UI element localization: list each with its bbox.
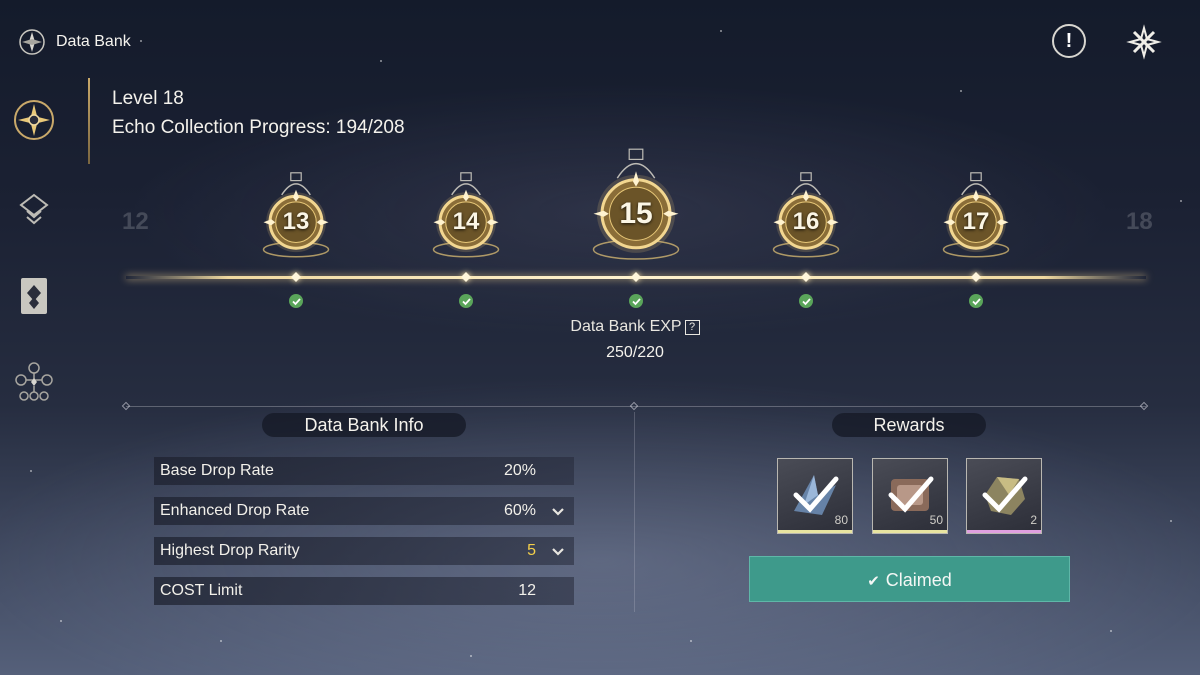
info-row-label: Highest Drop Rarity	[160, 542, 300, 559]
exp-label: Data Bank EXP	[570, 318, 682, 335]
check-icon	[793, 476, 839, 513]
check-icon	[799, 294, 813, 308]
column-divider	[634, 412, 635, 612]
divider-ornament	[1139, 401, 1149, 411]
rarity-bar	[778, 530, 852, 533]
info-row-label: Base Drop Rate	[160, 462, 274, 479]
milestone-level-number: 14	[452, 208, 480, 235]
reward-quantity: 50	[929, 513, 943, 527]
data-bank-emblem-icon	[19, 29, 45, 55]
level-label: Level 18	[112, 88, 184, 109]
milestone-track: 12 18 13 14 15 16 17	[122, 130, 1153, 320]
alert-button[interactable]: !	[1052, 24, 1086, 58]
milestone-level-number: 15	[619, 197, 653, 230]
milestone-level-number: 17	[962, 208, 990, 235]
claimed-button[interactable]: ✔ Claimed	[749, 556, 1070, 602]
sidebar-item-data-bank[interactable]	[12, 98, 56, 142]
help-icon[interactable]: ?	[684, 320, 700, 335]
check-icon: ✔	[867, 573, 880, 590]
header: Data Bank	[18, 28, 131, 56]
check-icon	[982, 476, 1028, 513]
milestone-level-number: 16	[792, 208, 820, 235]
track-sparkle	[801, 272, 811, 282]
claimed-label: Claimed	[885, 570, 952, 590]
info-row-value: 60%	[503, 502, 536, 519]
skill-tree-icon	[15, 362, 53, 401]
echo-catalog-icon	[14, 100, 54, 140]
check-icon	[629, 294, 643, 308]
rarity-bar	[873, 530, 947, 533]
ghost-milestone-right: 18	[1126, 208, 1153, 235]
chevron-down-icon[interactable]	[550, 543, 566, 559]
info-row-enhanced-drop-rate: Enhanced Drop Rate 60%	[154, 497, 574, 525]
info-row-label: Enhanced Drop Rate	[160, 502, 310, 519]
track-sparkle	[461, 272, 471, 282]
check-icon	[969, 294, 983, 308]
data-bank-exp: Data Bank EXP?	[0, 318, 1200, 336]
active-section-bar	[88, 78, 90, 164]
rarity-bar	[967, 530, 1041, 533]
info-row-label: COST Limit	[160, 582, 243, 599]
check-icon	[888, 476, 934, 513]
track-sparkle	[971, 272, 981, 282]
info-row-value: 5	[527, 542, 536, 559]
alert-icon: !	[1065, 29, 1073, 52]
sonata-list-icon	[19, 193, 49, 225]
sidebar-item-skill-tree[interactable]	[12, 360, 56, 404]
reward-item[interactable]: 80	[777, 458, 853, 534]
exp-value: 250/220	[606, 344, 664, 361]
echo-card-icon	[21, 278, 47, 314]
divider-ornament	[121, 401, 131, 411]
reward-quantity: 2	[1030, 513, 1037, 527]
info-row-value: 20%	[503, 462, 536, 479]
reward-item[interactable]: 50	[872, 458, 948, 534]
check-icon	[289, 294, 303, 308]
info-row-value: 12	[518, 582, 536, 599]
chevron-down-icon[interactable]	[550, 503, 566, 519]
close-icon[interactable]	[1126, 24, 1162, 60]
info-title: Data Bank Info	[262, 413, 466, 437]
sidebar-item-echo-cards[interactable]	[12, 274, 56, 318]
sidebar-item-sonata[interactable]	[12, 188, 56, 232]
page-title: Data Bank	[56, 33, 131, 50]
milestone-level-number: 13	[282, 208, 310, 235]
reward-item[interactable]: 2	[966, 458, 1042, 534]
track-sparkle	[291, 272, 301, 282]
info-row-base-drop-rate: Base Drop Rate 20%	[154, 457, 574, 485]
reward-quantity: 80	[834, 513, 848, 527]
info-row-cost-limit: COST Limit 12	[154, 577, 574, 605]
rewards-title: Rewards	[832, 413, 986, 437]
ghost-milestone-left: 12	[122, 208, 149, 235]
check-icon	[459, 294, 473, 308]
info-row-highest-drop-rarity: Highest Drop Rarity 5	[154, 537, 574, 565]
divider-ornament	[629, 401, 639, 411]
